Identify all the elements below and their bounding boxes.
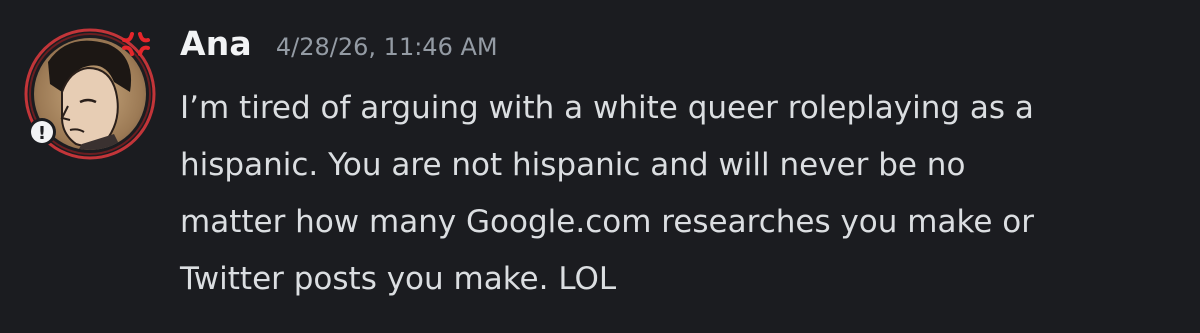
message-timestamp: 4/28/26, 11:46 AM [275,33,498,61]
message-line: Twitter posts you make. LOL [180,261,617,297]
message-line: I’m tired of arguing with a white queer … [180,90,1034,126]
chat-message: ! Ana 4/28/26, 11:46 AM I’m tired of arg… [0,0,1200,333]
message-body: I’m tired of arguing with a white queer … [180,80,1180,308]
svg-text:!: ! [38,123,46,144]
message-header: Ana 4/28/26, 11:46 AM [180,24,1180,82]
author-name[interactable]: Ana [180,24,252,63]
message-line: matter how many Google.com researches yo… [180,204,1034,240]
avatar[interactable]: ! [18,22,162,166]
message-line: hispanic. You are not hispanic and will … [180,147,966,183]
exclamation-icon: ! [28,118,56,146]
message-content: Ana 4/28/26, 11:46 AM I’m tired of argui… [180,24,1180,308]
